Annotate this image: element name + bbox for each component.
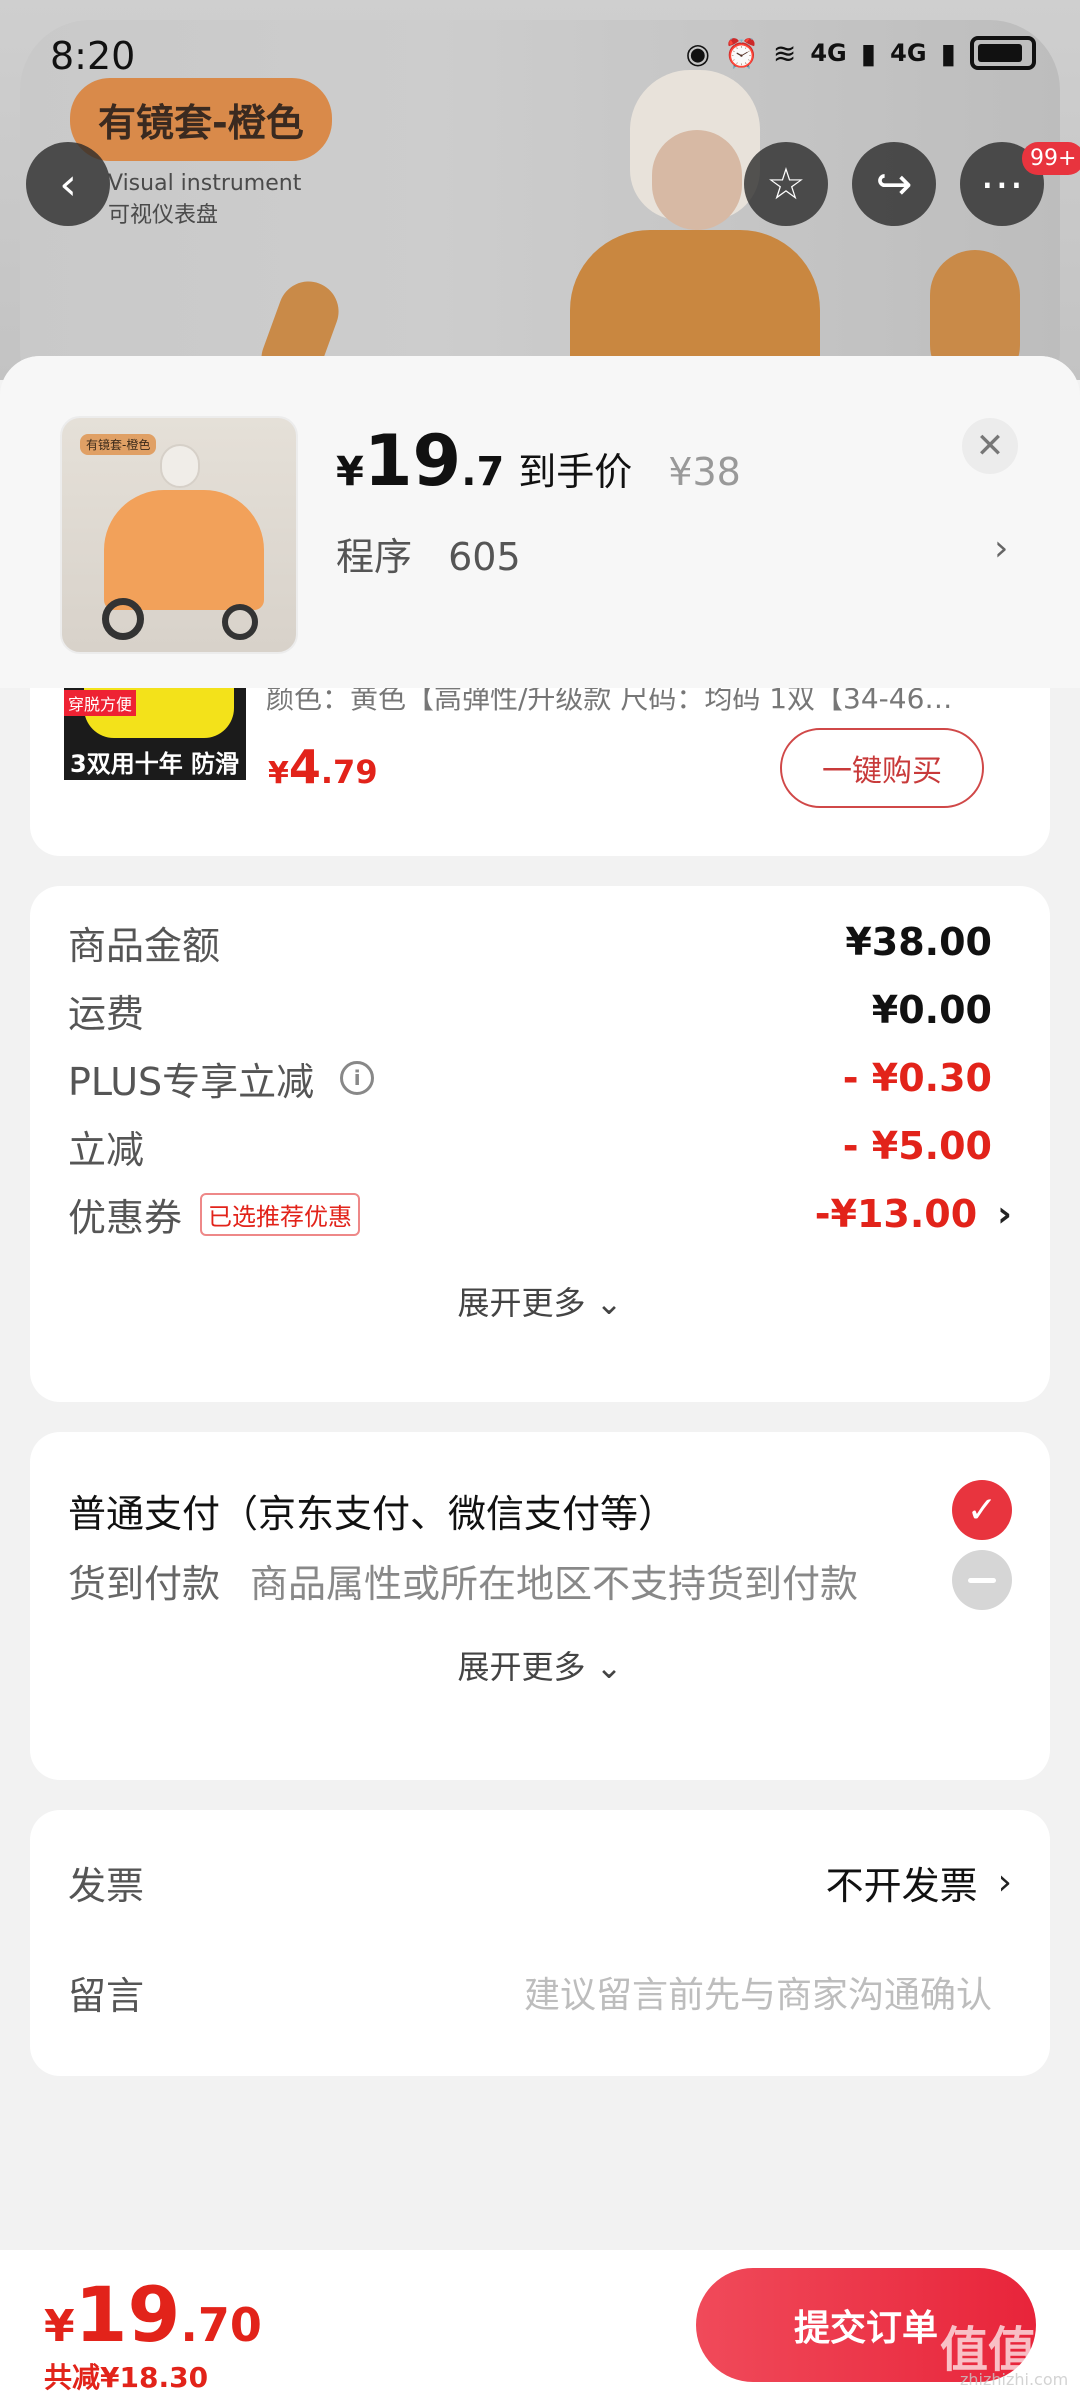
disabled-icon bbox=[952, 1550, 1012, 1610]
instant-discount-row: 立减 - ¥5.00 bbox=[68, 1124, 992, 1172]
chevron-right-icon: › bbox=[997, 1861, 1012, 1903]
status-bar: 8:20 ◉ ⏰ ≋ 4G ▮ 4G ▮ bbox=[0, 0, 1080, 110]
amount-card: 商品金额 ¥38.00 运费 ¥0.00 PLUS专享立减 i - ¥0.30 … bbox=[30, 886, 1050, 1402]
signal-bars-icon: ▮ bbox=[860, 36, 877, 70]
original-price: ¥38 bbox=[668, 450, 741, 494]
more-icon: ⋯ bbox=[980, 158, 1024, 210]
expand-more-amounts[interactable]: 展开更多 ⌄ bbox=[30, 1278, 1050, 1324]
invoice-row[interactable]: 发票 不开发票 › bbox=[68, 1850, 1012, 1914]
message-badge: 99+ bbox=[1022, 142, 1080, 175]
check-icon[interactable]: ✓ bbox=[952, 1480, 1012, 1540]
message-row[interactable]: 留言 建议留言前先与商家沟通确认 bbox=[68, 1960, 1012, 2024]
upsell-description: 颜色：黄色【高弹性/升级款 尺码：均码 1双【34-46… bbox=[266, 688, 953, 715]
close-button[interactable]: ✕ bbox=[962, 418, 1018, 474]
back-arrow-icon: ‹ bbox=[59, 158, 77, 210]
eye-icon: ◉ bbox=[685, 36, 710, 70]
message-input[interactable]: 建议留言前先与商家沟通确认 bbox=[524, 1966, 992, 2018]
signal-icon-2: 4G bbox=[890, 39, 927, 67]
total-saved: 共减¥18.30 bbox=[44, 2361, 209, 2394]
price-label: 到手价 bbox=[518, 450, 633, 494]
wifi-icon: ≋ bbox=[772, 36, 797, 70]
order-sheet: 有镜套-橙色 ¥ 19 .7 到手价 ¥38 ✕ 程序 605 › 穿脱方便 3… bbox=[0, 356, 1080, 2400]
back-button[interactable]: ‹ bbox=[26, 142, 110, 226]
cod-payment-option: 货到付款 商品属性或所在地区不支持货到付款 bbox=[68, 1548, 1012, 1612]
info-icon[interactable]: i bbox=[340, 1061, 375, 1095]
signal-bars-icon-2: ▮ bbox=[940, 36, 956, 70]
share-icon: ↪ bbox=[875, 158, 913, 210]
upsell-image[interactable]: 穿脱方便 3双用十年 防滑 耐磨 bbox=[64, 688, 246, 780]
invoice-card: 发票 不开发票 › 留言 建议留言前先与商家沟通确认 bbox=[30, 1810, 1050, 2076]
status-icons: ◉ ⏰ ≋ 4G ▮ 4G ▮ bbox=[686, 36, 1036, 70]
battery-icon bbox=[970, 36, 1036, 70]
final-price: ¥ 19 .7 到手价 ¥38 bbox=[336, 420, 741, 502]
close-icon: ✕ bbox=[975, 426, 1005, 466]
plus-discount-row: PLUS专享立减 i - ¥0.30 bbox=[68, 1056, 992, 1104]
share-button[interactable]: ↪ bbox=[852, 142, 936, 226]
normal-payment-option[interactable]: 普通支付（京东支付、微信支付等） ✓ bbox=[68, 1478, 1012, 1542]
coupon-tag: 已选推荐优惠 bbox=[200, 1192, 361, 1236]
one-click-buy-button[interactable]: 一键购买 bbox=[780, 728, 984, 808]
coupon-row[interactable]: 优惠券 已选推荐优惠 -¥13.00 › bbox=[68, 1184, 1012, 1244]
watermark-url: zhizhizhi.com bbox=[960, 2370, 1069, 2389]
checkout-bar: ¥ 19 .70 共减¥18.30 提交订单 值值值 zhizhizhi.com bbox=[0, 2250, 1080, 2400]
goods-amount-row: 商品金额 ¥38.00 bbox=[68, 920, 992, 968]
total-price: ¥ 19 .70 bbox=[44, 2270, 262, 2359]
favorite-button[interactable]: ☆ bbox=[744, 142, 828, 226]
expand-more-payment[interactable]: 展开更多 ⌄ bbox=[30, 1642, 1050, 1688]
shipping-row: 运费 ¥0.00 bbox=[68, 988, 992, 1036]
upsell-price: ¥ 4 .79 bbox=[268, 740, 378, 794]
sheet-header: 有镜套-橙色 ¥ 19 .7 到手价 ¥38 ✕ 程序 605 › bbox=[0, 356, 1080, 688]
visual-instrument-caption: Visual instrument 可视仪表盘 bbox=[108, 171, 302, 228]
chevron-right-icon[interactable]: › bbox=[994, 528, 1008, 569]
spec-selector[interactable]: 程序 605 bbox=[336, 526, 521, 581]
star-icon: ☆ bbox=[766, 158, 806, 210]
status-time: 8:20 bbox=[50, 34, 136, 78]
signal-icon: 4G bbox=[810, 39, 847, 67]
chevron-right-icon: › bbox=[997, 1193, 1012, 1235]
product-thumbnail[interactable]: 有镜套-橙色 bbox=[60, 416, 298, 654]
alarm-icon: ⏰ bbox=[724, 36, 759, 70]
payment-card: 普通支付（京东支付、微信支付等） ✓ 货到付款 商品属性或所在地区不支持货到付款 … bbox=[30, 1432, 1050, 1780]
